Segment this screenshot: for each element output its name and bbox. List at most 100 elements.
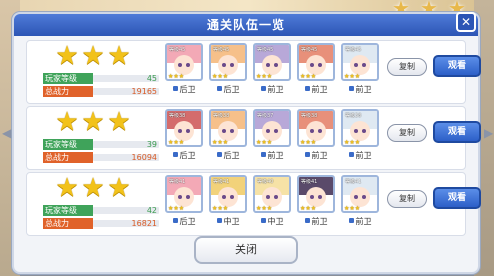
view-team-button[interactable]: 观看 (433, 55, 481, 77)
character-portrait[interactable]: 等级40 ★★★ (253, 175, 291, 213)
portrait-eye (266, 195, 270, 199)
unit-position: 后卫 (209, 150, 247, 162)
unit-slot[interactable]: 等级38 ★★★ 后卫 (209, 109, 247, 167)
unit-level: 等级38 (301, 113, 318, 119)
unit-slot[interactable]: 等级41 ★★★ 后卫 (165, 175, 203, 233)
team-card: ★ ★ ★ 玩家等级 39 总战力 16094 等级38 ★★★ 后卫 等级38 ★★★ 后卫 等级37 ★… (26, 106, 481, 170)
player-level-value: 39 (146, 140, 157, 149)
copy-team-button[interactable]: 复制 (387, 190, 427, 208)
view-team-button[interactable]: 观看 (433, 187, 481, 209)
unit-position: 前卫 (341, 150, 379, 162)
total-power-row: 总战力 19165 (43, 86, 159, 97)
portrait-eye (362, 129, 366, 133)
unit-rarity-stars-icon: ★★★ (344, 205, 361, 212)
character-portrait[interactable]: 等级38 ★★★ (209, 109, 247, 147)
unit-slot[interactable]: 等级45 ★★★ 后卫 (165, 43, 203, 101)
unit-level: 等级38 (169, 113, 186, 119)
player-level-label: 玩家等级 (43, 205, 93, 216)
position-icon (260, 218, 266, 223)
character-portrait[interactable]: 等级38 ★★★ (165, 109, 203, 147)
clear-stars: ★ ★ ★ (55, 41, 135, 71)
dialog-title: 通关队伍一览 (14, 14, 478, 36)
character-portrait[interactable]: 等级41 ★★★ (209, 175, 247, 213)
unit-slot[interactable]: 等级45 ★★★ 后卫 (209, 43, 247, 101)
unit-slot[interactable]: 等级37 ★★★ 前卫 (253, 109, 291, 167)
character-portrait[interactable]: 等级38 ★★★ (297, 109, 335, 147)
portrait-eye (310, 195, 314, 199)
portrait-eye (274, 195, 278, 199)
total-power-label: 总战力 (43, 152, 93, 163)
unit-position: 前卫 (297, 84, 335, 96)
total-power-value: 16821 (131, 219, 157, 228)
unit-position-label: 前卫 (355, 151, 372, 160)
unit-slot[interactable]: 等级38 ★★★ 前卫 (341, 109, 379, 167)
character-portrait[interactable]: 等级41 ★★★ (165, 175, 203, 213)
character-portrait[interactable]: 等级37 ★★★ (253, 109, 291, 147)
star-icon: ★ (81, 107, 105, 137)
unit-position-label: 前卫 (355, 85, 372, 94)
total-power-value: 19165 (131, 87, 157, 96)
close-icon[interactable]: ✕ (456, 12, 476, 32)
character-portrait[interactable]: 等级41 ★★★ (341, 175, 379, 213)
portrait-eye (310, 129, 314, 133)
portrait-eye (230, 63, 234, 67)
portrait-face (218, 121, 238, 141)
unit-position: 前卫 (253, 84, 291, 96)
position-icon (216, 218, 222, 223)
unit-slot[interactable]: 等级45 ★★★ 前卫 (253, 43, 291, 101)
player-level-row: 玩家等级 39 (43, 139, 159, 150)
player-level-label: 玩家等级 (43, 139, 93, 150)
unit-level: 等级37 (257, 113, 274, 119)
portrait-eye (354, 195, 358, 199)
unit-position-label: 后卫 (179, 151, 196, 160)
scroll-right-icon[interactable]: ▶ (484, 126, 493, 140)
portrait-face (306, 187, 326, 207)
unit-rarity-stars-icon: ★★★ (168, 205, 185, 212)
scroll-left-icon[interactable]: ◀ (2, 126, 11, 140)
unit-rarity-stars-icon: ★★★ (212, 73, 229, 80)
unit-slot[interactable]: 等级41 ★★★ 前卫 (297, 175, 335, 233)
character-portrait[interactable]: 等级45 ★★★ (253, 43, 291, 81)
unit-slot[interactable]: 等级45 ★★★ 前卫 (297, 43, 335, 101)
unit-slot[interactable]: 等级41 ★★★ 前卫 (341, 175, 379, 233)
view-team-button[interactable]: 观看 (433, 121, 481, 143)
unit-position-label: 前卫 (267, 151, 284, 160)
copy-team-button[interactable]: 复制 (387, 58, 427, 76)
player-level-row: 玩家等级 45 (43, 73, 159, 84)
portrait-face (306, 55, 326, 75)
portrait-eye (362, 63, 366, 67)
unit-slot[interactable]: 等级41 ★★★ 中卫 (209, 175, 247, 233)
unit-slot[interactable]: 等级38 ★★★ 后卫 (165, 109, 203, 167)
portrait-eye (274, 63, 278, 67)
star-icon: ★ (55, 107, 79, 137)
unit-position-label: 后卫 (179, 217, 196, 226)
unit-position-label: 中卫 (223, 217, 240, 226)
unit-slot[interactable]: 等级45 ★★★ 前卫 (341, 43, 379, 101)
copy-team-button[interactable]: 复制 (387, 124, 427, 142)
star-icon: ★ (81, 41, 105, 71)
character-portrait[interactable]: 等级45 ★★★ (341, 43, 379, 81)
character-portrait[interactable]: 等级41 ★★★ (297, 175, 335, 213)
character-portrait[interactable]: 等级38 ★★★ (341, 109, 379, 147)
portrait-eye (222, 63, 226, 67)
unit-rarity-stars-icon: ★★★ (256, 205, 273, 212)
unit-slot[interactable]: 等级38 ★★★ 前卫 (297, 109, 335, 167)
player-level-value: 45 (146, 74, 157, 83)
star-icon: ★ (107, 173, 131, 203)
portrait-face (262, 187, 282, 207)
unit-level: 等级41 (169, 179, 186, 185)
character-portrait[interactable]: 等级45 ★★★ (209, 43, 247, 81)
unit-position: 中卫 (253, 216, 291, 228)
close-button[interactable]: 关闭 (194, 236, 298, 264)
portrait-eye (354, 129, 358, 133)
portrait-face (350, 55, 370, 75)
total-power-row: 总战力 16821 (43, 218, 159, 229)
position-icon (348, 152, 354, 157)
total-power-value: 16094 (131, 153, 157, 162)
character-portrait[interactable]: 等级45 ★★★ (165, 43, 203, 81)
position-icon (172, 218, 178, 223)
character-portrait[interactable]: 等级45 ★★★ (297, 43, 335, 81)
unit-slot[interactable]: 等级40 ★★★ 中卫 (253, 175, 291, 233)
star-icon: ★ (81, 173, 105, 203)
unit-rarity-stars-icon: ★★★ (212, 205, 229, 212)
